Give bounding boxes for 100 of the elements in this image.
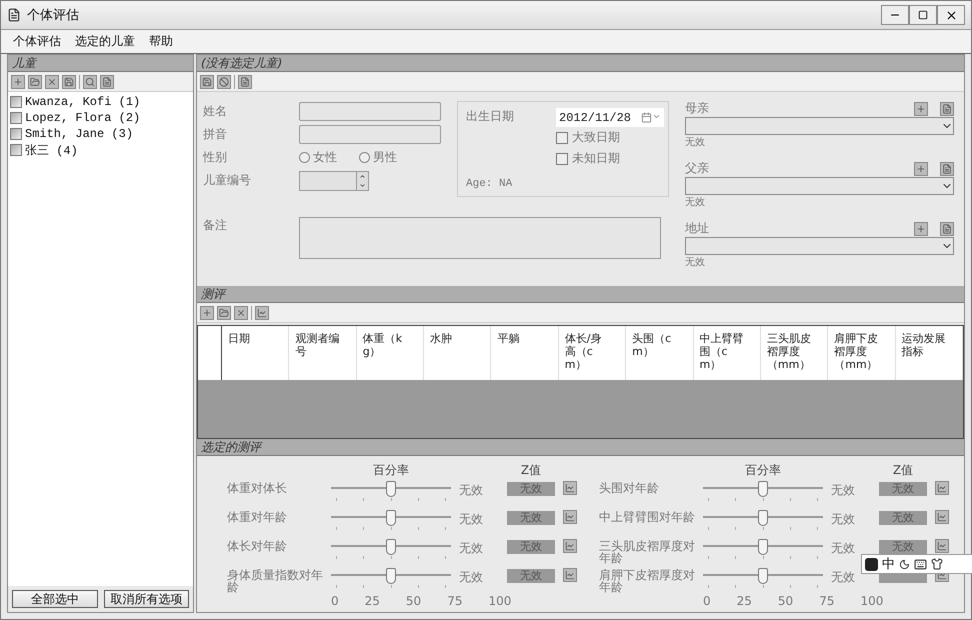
percentile-slider[interactable] (331, 478, 451, 502)
delete-icon[interactable] (234, 306, 248, 320)
close-button[interactable] (937, 5, 965, 25)
z-value: 无效 (879, 482, 927, 496)
percentile-slider[interactable] (703, 478, 823, 502)
percentile-reading: 无效 (831, 511, 856, 528)
field-label: 性别 (203, 149, 228, 166)
dropdown[interactable] (685, 117, 954, 135)
document-icon[interactable] (238, 74, 252, 88)
cancel-icon[interactable] (217, 74, 231, 88)
gender-radio[interactable]: 男性 (359, 149, 397, 166)
spin-arrows-icon[interactable] (356, 172, 368, 190)
save-icon[interactable] (62, 74, 76, 88)
column-header[interactable]: 中上臂臂围（cm） (694, 326, 761, 380)
scale-label: 75 (447, 594, 462, 608)
folder-icon[interactable] (217, 306, 231, 320)
field-label: 姓名 (203, 103, 228, 120)
child-name[interactable]: Lopez, Flora (2) (25, 111, 140, 125)
checkbox[interactable] (10, 96, 22, 108)
date-field[interactable]: 2012/11/28 (556, 108, 664, 127)
maximize-button[interactable] (909, 5, 937, 25)
child-name[interactable]: Smith, Jane (3) (25, 127, 134, 141)
add-icon[interactable] (914, 162, 928, 176)
add-icon[interactable] (914, 102, 928, 116)
document-icon[interactable] (100, 74, 114, 88)
moon-icon[interactable] (899, 558, 910, 570)
scale-label: 100 (488, 594, 512, 608)
scale-label: 100 (860, 594, 884, 608)
shirt-icon[interactable] (931, 558, 943, 570)
deselect-all-button[interactable]: 取消所有选项 (104, 590, 189, 608)
z-value: 无效 (879, 540, 927, 554)
status-text: 无效 (685, 136, 706, 149)
delete-icon[interactable] (45, 74, 59, 88)
panel-header: 测评 (197, 286, 964, 303)
column-header[interactable]: 三头肌皮褶厚度（mm） (760, 326, 828, 380)
percentile-reading: 无效 (459, 540, 484, 557)
chart-icon[interactable] (255, 306, 269, 320)
menu-item[interactable]: 个体评估 (13, 33, 61, 50)
measure-label: 体重对体长 (227, 480, 288, 494)
calendar-icon[interactable] (641, 112, 661, 123)
date-checkbox[interactable]: 大致日期 (556, 127, 664, 148)
dropdown[interactable] (685, 177, 954, 195)
percentile-reading: 无效 (459, 569, 484, 586)
measure-label: 身体质量指数对年龄 (227, 567, 323, 593)
percentile-reading: 无效 (459, 511, 484, 528)
column-header[interactable]: 体重（kg） (356, 326, 424, 380)
percentile-slider[interactable] (703, 536, 823, 560)
percentile-slider[interactable] (703, 507, 823, 531)
z-value: 无效 (507, 540, 555, 554)
save-icon[interactable] (200, 74, 214, 88)
scale-label: 50 (778, 594, 794, 608)
menu-item[interactable]: 选定的儿童 (75, 33, 135, 50)
menu-item[interactable]: 帮助 (149, 33, 173, 50)
column-header[interactable]: 水肿 (424, 326, 492, 380)
field-label: 儿童编号 (203, 172, 252, 189)
percentile-slider[interactable] (703, 565, 823, 589)
date-checkbox[interactable]: 未知日期 (556, 148, 664, 169)
percentile-reading: 无效 (831, 482, 856, 499)
search-icon[interactable] (83, 74, 97, 88)
panel-header: 选定的测评 (197, 439, 964, 456)
field-label: 母亲 (685, 100, 709, 117)
percentile-reading: 无效 (831, 569, 856, 586)
name-field[interactable] (299, 102, 441, 121)
percentile-slider[interactable] (331, 507, 451, 531)
dropdown[interactable] (685, 237, 954, 255)
add-icon[interactable] (914, 222, 928, 236)
notes-field[interactable] (299, 217, 661, 259)
column-header[interactable]: 体长/身高（cm） (558, 326, 626, 380)
close-icon (944, 8, 958, 22)
gender-radio[interactable]: 女性 (299, 149, 337, 166)
add-icon[interactable] (11, 74, 25, 88)
percentile-slider[interactable] (331, 565, 451, 589)
status-text: 无效 (685, 196, 706, 209)
field-label: 出生日期 (466, 108, 515, 125)
measure-label: 体重对年龄 (227, 509, 288, 523)
folder-icon[interactable] (28, 74, 42, 88)
column-header[interactable]: 运动发展指标 (896, 326, 963, 380)
checkbox[interactable] (10, 144, 22, 156)
measure-label: 三头肌皮褶厚度对年龄 (599, 538, 695, 564)
column-header[interactable]: 观测者编号 (289, 326, 357, 380)
scale-label: 0 (703, 594, 711, 608)
pinyin-field[interactable] (299, 125, 441, 144)
field-label: 父亲 (685, 160, 709, 177)
checkbox[interactable] (10, 112, 22, 124)
column-label: 百分率 (372, 462, 410, 479)
column-header[interactable]: 肩胛下皮褶厚度（mm） (828, 326, 896, 380)
checkbox[interactable] (10, 128, 22, 140)
keyboard-icon[interactable] (914, 558, 927, 570)
column-header[interactable]: 日期 (222, 326, 290, 380)
select-all-button[interactable]: 全部选中 (12, 590, 98, 608)
child-name[interactable]: 张三 (4) (25, 142, 78, 158)
column-header[interactable]: 平躺 (491, 326, 559, 380)
percentile-reading: 无效 (831, 540, 856, 557)
scale-label: 0 (331, 594, 339, 608)
z-value: 无效 (507, 482, 555, 496)
input-mode[interactable]: 中 (882, 555, 895, 573)
column-header[interactable]: 头围（cm） (626, 326, 694, 380)
add-icon[interactable] (200, 306, 214, 320)
percentile-slider[interactable] (331, 536, 451, 560)
child-name[interactable]: Kwanza, Kofi (1) (25, 95, 140, 109)
